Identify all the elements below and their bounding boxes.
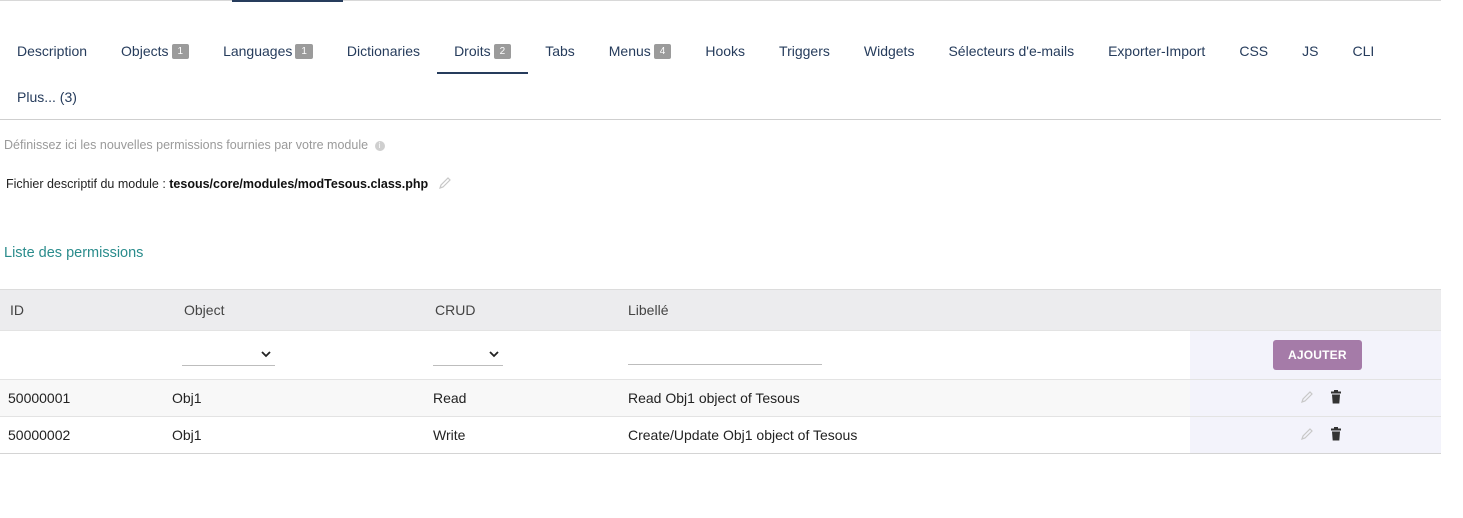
tab-email-selectors[interactable]: Sélecteurs d'e-mails: [931, 28, 1091, 74]
tab-row-1: Description Objects 1 Languages 1 Dictiona…: [0, 28, 1441, 74]
module-tabs: Description Objects 1 Languages 1 Dictiona…: [0, 28, 1441, 120]
cell-label: Read Obj1 object of Tesous: [628, 390, 800, 406]
crud-select[interactable]: [433, 344, 503, 366]
header-object: Object: [184, 302, 225, 318]
label-input[interactable]: [628, 342, 822, 365]
header-label: Libellé: [628, 302, 669, 318]
table-header-row: ID Object CRUD Libellé: [0, 289, 1441, 331]
trash-icon[interactable]: [1330, 389, 1342, 407]
pencil-icon[interactable]: [438, 176, 452, 193]
cell-label: Create/Update Obj1 object of Tesous: [628, 427, 858, 443]
chevron-down-icon: [489, 351, 499, 358]
header-actions: [1190, 290, 1441, 331]
tab-css[interactable]: CSS: [1222, 28, 1285, 74]
tab-tabs[interactable]: Tabs: [528, 28, 592, 74]
tab-description[interactable]: Description: [0, 28, 104, 74]
edit-icon[interactable]: [1300, 427, 1314, 444]
tab-count-badge: 4: [653, 43, 672, 59]
table-row: 50000001 Obj1 Read Read Obj1 object of T…: [0, 379, 1441, 417]
section-title: Liste des permissions: [4, 245, 144, 261]
cell-crud: Read: [433, 390, 467, 406]
header-crud: CRUD: [435, 302, 476, 318]
add-button[interactable]: AJOUTER: [1273, 340, 1362, 370]
tab-languages[interactable]: Languages 1: [206, 28, 330, 74]
cell-id: 50000001: [8, 390, 71, 406]
top-active-indicator: [232, 0, 343, 2]
permissions-table: ID Object CRUD Libellé AJOUTER 50000001 …: [0, 289, 1441, 454]
tabs-divider: [0, 119, 1441, 120]
tab-count-badge: 2: [493, 43, 512, 59]
tab-triggers[interactable]: Triggers: [762, 28, 847, 74]
tab-cli[interactable]: CLI: [1335, 28, 1391, 74]
tab-dictionaries[interactable]: Dictionaries: [330, 28, 437, 74]
module-file-line: Fichier descriptif du module : tesous/co…: [6, 176, 452, 193]
cell-crud: Write: [433, 427, 466, 443]
chevron-down-icon: [261, 351, 271, 358]
object-select[interactable]: [182, 344, 275, 366]
top-divider: [0, 0, 1441, 1]
table-row: 50000002 Obj1 Write Create/Update Obj1 o…: [0, 416, 1441, 454]
header-id: ID: [10, 302, 24, 318]
permissions-description: Définissez ici les nouvelles permissions…: [4, 138, 385, 152]
tab-menus[interactable]: Menus 4: [592, 28, 689, 74]
cell-object: Obj1: [172, 427, 202, 443]
edit-icon[interactable]: [1300, 390, 1314, 407]
tab-hooks[interactable]: Hooks: [688, 28, 762, 74]
tab-objects[interactable]: Objects 1: [104, 28, 206, 74]
module-file-path: tesous/core/modules/modTesous.class.php: [169, 176, 429, 191]
info-icon[interactable]: i: [374, 140, 385, 151]
tab-export-import[interactable]: Exporter-Import: [1091, 28, 1222, 74]
tab-count-badge: 1: [171, 43, 190, 59]
trash-icon[interactable]: [1330, 426, 1342, 444]
tab-count-badge: 1: [295, 43, 313, 59]
add-permission-row: AJOUTER: [0, 330, 1441, 380]
tab-row-2: Plus... (3): [0, 74, 1441, 120]
cell-id: 50000002: [8, 427, 71, 443]
tab-droits[interactable]: Droits 2: [437, 28, 529, 74]
cell-object: Obj1: [172, 390, 202, 406]
tab-js[interactable]: JS: [1285, 28, 1335, 74]
tab-more[interactable]: Plus... (3): [0, 74, 94, 120]
tab-widgets[interactable]: Widgets: [847, 28, 932, 74]
